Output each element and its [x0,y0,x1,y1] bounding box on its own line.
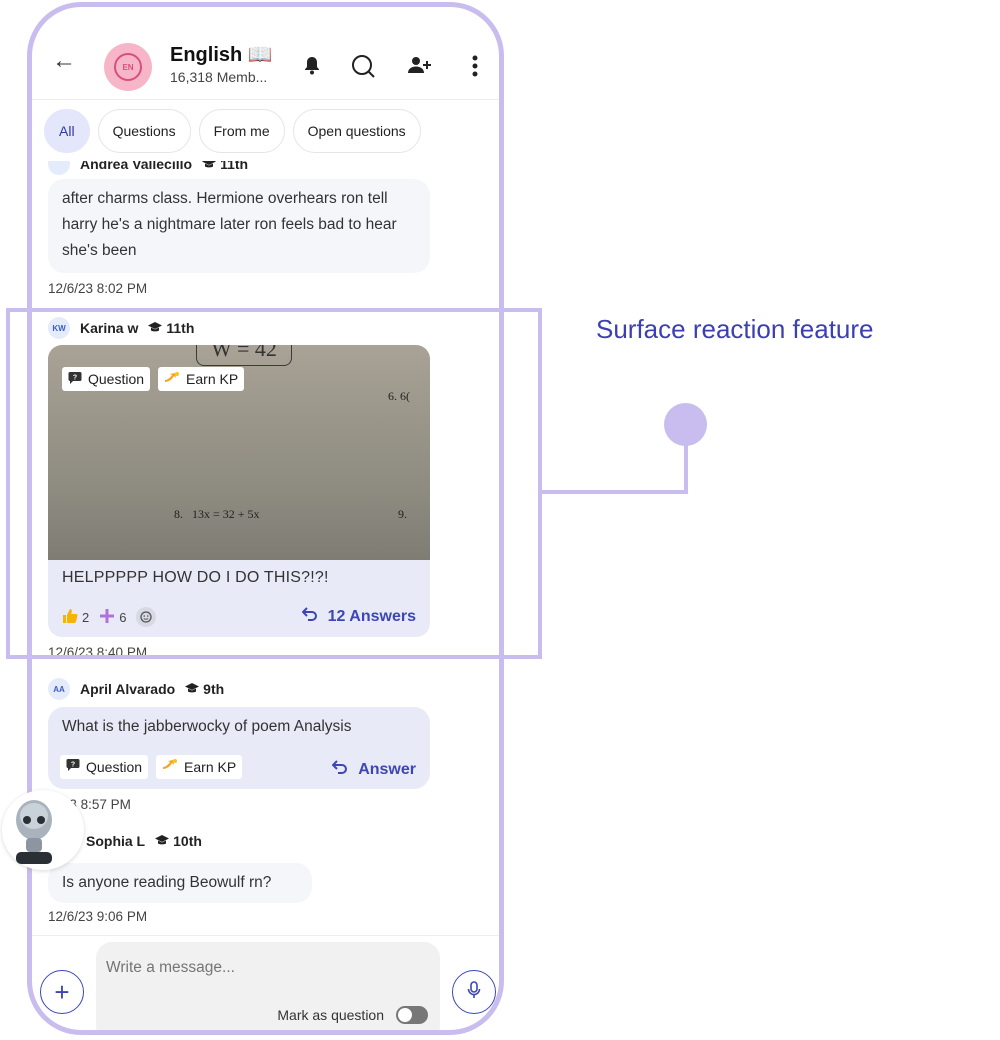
author-name: April Alvarado [80,681,176,697]
message-author-row: AA April Alvarado 9th [48,678,224,700]
bell-icon[interactable] [302,55,322,80]
graduation-cap-icon [202,161,217,172]
message-timestamp: 12/6/23 9:06 PM [48,909,148,924]
tab-from-me[interactable]: From me [198,109,285,153]
add-attachment-button[interactable]: + [40,970,84,1014]
message-input[interactable] [104,958,428,978]
member-count: 16,318 Memb... [170,69,268,85]
author-name: Andrea Vallecillo [80,156,193,172]
search-icon[interactable] [350,53,376,84]
group-avatar: EN [104,43,152,91]
message-composer: + Mark as question [32,935,499,1030]
highlight-frame [6,308,542,659]
earn-kp-tag: Earn KP [156,754,243,780]
graduation-cap-icon [155,833,170,849]
question-text: What is the jabberwocky of poem Analysis [62,718,352,735]
filter-tabs: All Questions From me Open questions [44,109,421,153]
grade-badge: 11th [202,156,249,172]
back-arrow-icon[interactable]: ← [52,47,76,75]
group-initials: EN [114,53,142,81]
grade-label: 10th [173,833,202,849]
svg-text:?: ? [71,762,75,769]
answer-link[interactable]: Answer [331,757,416,783]
answer-label: Answer [358,761,416,778]
grade-label: 9th [203,681,225,697]
robot-icon [16,800,52,864]
kp-coins-icon [162,754,178,780]
message-timestamp: 12/6/23 8:02 PM [48,281,148,296]
group-title[interactable]: English 📖 [170,42,273,67]
grade-badge: 10th [155,833,202,849]
tag-label: Question [86,759,143,775]
tab-all[interactable]: All [44,109,90,153]
mark-as-question-label: Mark as question [277,1007,384,1023]
question-tags: ? Question Earn KP [60,754,243,780]
message-author-row: Andrea Vallecillo 11th [48,156,249,175]
grade-label: 11th [220,156,249,172]
message-input-box[interactable]: Mark as question [96,942,440,1030]
connector-line [542,490,688,494]
grade-badge: 9th [185,681,224,697]
tab-open-questions[interactable]: Open questions [292,109,421,153]
graduation-cap-icon [185,681,200,697]
question-bubble[interactable]: What is the jabberwocky of poem Analysis… [48,707,430,789]
message-bubble[interactable]: Is anyone reading Beowulf rn? [48,863,312,903]
mark-as-question-toggle[interactable] [396,1006,428,1024]
tab-questions[interactable]: Questions [97,109,191,153]
message-bubble[interactable]: after charms class. Hermione overhears r… [48,179,430,273]
tag-label: Earn KP [184,759,237,775]
message-author-row: Sophia L 10th [86,833,202,849]
add-member-icon[interactable] [407,55,433,80]
mark-as-question-toggle-row: Mark as question [277,1006,428,1024]
question-bubble-icon: ? [66,754,80,780]
microphone-button[interactable] [452,970,496,1014]
connector-line [684,440,688,494]
author-name: Sophia L [86,833,146,849]
chat-header: ← EN English 📖 16,318 Memb... [32,7,499,100]
reply-arrow-icon [331,757,348,783]
robot-avatar[interactable] [2,790,84,870]
more-options-icon[interactable] [472,55,478,82]
microphone-icon [467,980,481,1004]
avatar: AA [48,678,70,700]
plus-icon: + [54,976,70,1007]
annotation-label: Surface reaction feature [596,314,874,344]
annotation-dot [664,403,707,446]
question-tag: ? Question [60,754,149,780]
avatar [48,161,70,175]
